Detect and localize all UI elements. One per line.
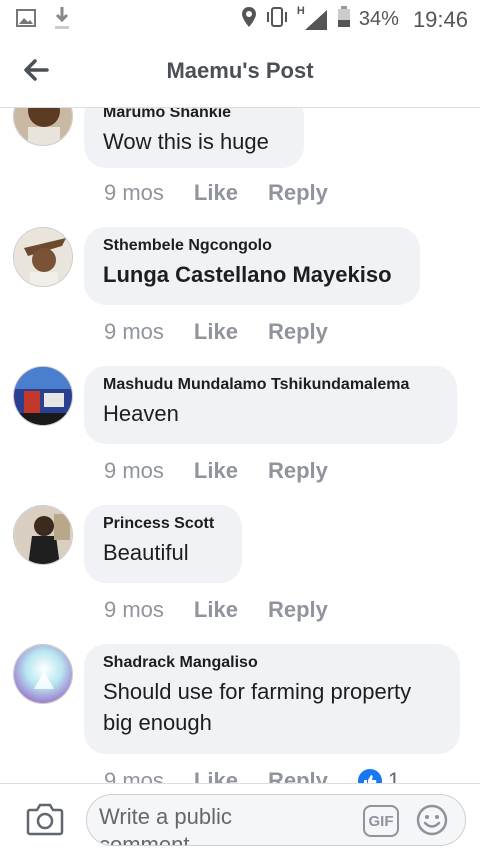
like-button[interactable]: Like (194, 597, 238, 623)
gif-icon: GIF (368, 812, 394, 830)
avatar[interactable] (13, 366, 73, 426)
comment-item: Princess Scott Beautiful 9 mos Like Repl… (0, 505, 480, 635)
comment-time[interactable]: 9 mos (104, 597, 164, 623)
comment-item: Sthembele Ngcongolo Lunga Castellano May… (0, 227, 480, 357)
comment-input[interactable]: Write a public comment... GIF (86, 794, 466, 846)
comment-item: Shadrack Mangaliso Should use for farmin… (0, 644, 480, 783)
comment-text: Lunga Castellano Mayekiso (103, 262, 392, 287)
camera-button[interactable] (26, 802, 64, 836)
comment-actions: 9 mos Like Reply (104, 597, 328, 623)
reply-button[interactable]: Reply (268, 458, 328, 484)
comment-author[interactable]: Mashudu Mundalamo Tshikundamalema (103, 376, 437, 394)
comment-text-line: Should use for farming property (103, 679, 412, 704)
like-reaction-icon (357, 769, 382, 783)
comment-bubble[interactable]: Shadrack Mangaliso Should use for farmin… (84, 644, 460, 754)
comment-actions: 9 mos Like Reply 1 (104, 768, 400, 783)
vibrate-icon (265, 7, 289, 32)
reply-button[interactable]: Reply (268, 319, 328, 345)
like-button[interactable]: Like (194, 458, 238, 484)
emoji-icon (415, 804, 449, 841)
image-icon (16, 9, 36, 32)
network-type-label: H (296, 4, 305, 17)
avatar[interactable] (13, 227, 73, 287)
reactions-summary[interactable]: 1 (357, 768, 401, 783)
comment-item: Marumo Shankie Wow this is huge 9 mos Li… (0, 108, 480, 214)
signal-icon: H (297, 5, 329, 31)
comment-bubble[interactable]: Princess Scott Beautiful (84, 505, 242, 583)
comment-author[interactable]: Marumo Shankie (103, 108, 284, 122)
placeholder-line: comment... (99, 832, 208, 846)
camera-icon (26, 803, 64, 840)
comment-composer: Write a public comment... GIF (0, 783, 480, 854)
comments-list[interactable]: Marumo Shankie Wow this is huge 9 mos Li… (0, 108, 480, 783)
comment-bubble[interactable]: Sthembele Ngcongolo Lunga Castellano May… (84, 227, 420, 305)
clock: 19:46 (412, 6, 468, 32)
comment-actions: 9 mos Like Reply (104, 180, 328, 206)
page-title: Maemu's Post (166, 58, 314, 83)
avatar[interactable] (13, 505, 73, 565)
download-icon (54, 6, 70, 35)
emoji-button[interactable] (415, 803, 449, 837)
reply-button[interactable]: Reply (268, 597, 328, 623)
header: Maemu's Post (0, 36, 480, 108)
comment-text: Heaven (103, 401, 179, 426)
comment-author[interactable]: Princess Scott (103, 515, 222, 533)
comment-author[interactable]: Shadrack Mangaliso (103, 654, 440, 672)
battery-percentage: 34% (358, 8, 399, 30)
status-bar: H 34% 19:46 (0, 0, 480, 36)
avatar[interactable] (13, 108, 73, 146)
like-button[interactable]: Like (194, 768, 238, 783)
comment-text-line: big enough (103, 710, 212, 735)
comment-actions: 9 mos Like Reply (104, 458, 328, 484)
like-button[interactable]: Like (194, 180, 238, 206)
comment-time[interactable]: 9 mos (104, 458, 164, 484)
comment-time[interactable]: 9 mos (104, 180, 164, 206)
reaction-count: 1 (387, 768, 401, 783)
comment-bubble[interactable]: Marumo Shankie Wow this is huge (84, 108, 304, 168)
comment-text: Wow this is huge (103, 129, 269, 154)
location-icon (241, 6, 257, 33)
comment-author[interactable]: Sthembele Ngcongolo (103, 237, 400, 255)
reply-button[interactable]: Reply (268, 180, 328, 206)
comment-item: Mashudu Mundalamo Tshikundamalema Heaven… (0, 366, 480, 496)
placeholder-line: Write a public (99, 804, 232, 829)
like-button[interactable]: Like (194, 319, 238, 345)
comment-text: Beautiful (103, 540, 189, 565)
battery-icon (337, 6, 351, 33)
comment-bubble[interactable]: Mashudu Mundalamo Tshikundamalema Heaven (84, 366, 457, 444)
avatar[interactable] (13, 644, 73, 704)
comment-input-placeholder: Write a public comment... (99, 803, 349, 846)
gif-button[interactable]: GIF (363, 805, 399, 837)
comment-time[interactable]: 9 mos (104, 768, 164, 783)
reply-button[interactable]: Reply (268, 768, 328, 783)
comment-actions: 9 mos Like Reply (104, 319, 328, 345)
comment-time[interactable]: 9 mos (104, 319, 164, 345)
